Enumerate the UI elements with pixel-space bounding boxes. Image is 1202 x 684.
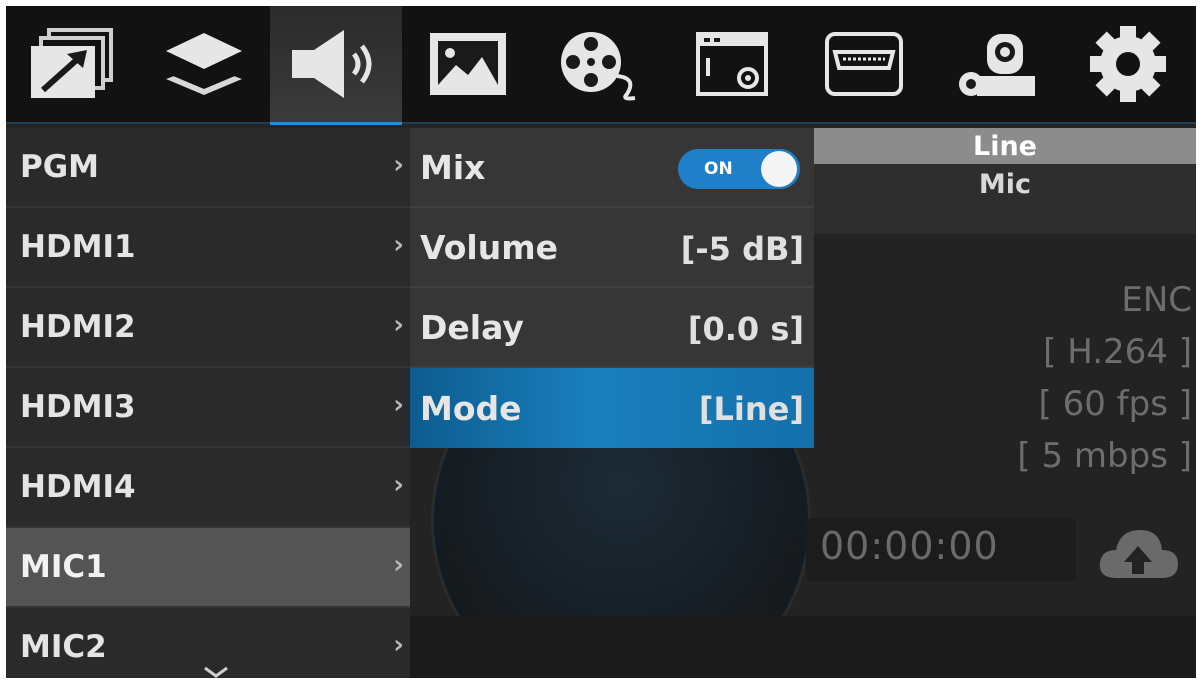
device-screen: ENC [ H.264 ] [ 60 fps ] [ 5 mbps ] 00:0… [6, 6, 1196, 678]
source-item-label: HDMI4 [20, 469, 136, 505]
chevron-right-icon: › [393, 390, 404, 420]
chevron-right-icon: › [393, 310, 404, 340]
mode-option-mic[interactable]: Mic [814, 164, 1196, 204]
source-item-pgm[interactable]: PGM › [6, 128, 410, 208]
top-toolbar [6, 6, 1196, 125]
output-icon [27, 26, 117, 102]
tab-image[interactable] [402, 6, 534, 123]
source-menu: PGM › HDMI1 › HDMI2 › HDMI3 › HDMI4 › MI… [6, 128, 410, 678]
setting-value: [0.0 s] [687, 310, 804, 348]
setting-mix: Mix ON [410, 128, 814, 208]
mode-options-list: Line Mic [814, 128, 1196, 234]
setting-value: [-5 dB] [680, 230, 804, 268]
tab-hdmi[interactable] [798, 6, 930, 123]
audio-icon [286, 26, 386, 102]
source-item-label: MIC1 [20, 549, 107, 585]
tab-camera-settings[interactable] [930, 6, 1062, 123]
gear-icon [1086, 22, 1170, 106]
tab-window-settings[interactable] [666, 6, 798, 123]
bottom-bar [406, 616, 1196, 678]
chevron-right-icon: › [393, 470, 404, 500]
encoder-info: ENC [ H.264 ] [ 60 fps ] [ 5 mbps ] [1017, 274, 1192, 482]
tab-layers[interactable] [138, 6, 270, 123]
hdmi-icon [819, 28, 909, 100]
layers-icon [162, 29, 246, 99]
source-item-label: HDMI2 [20, 309, 136, 345]
window-settings-icon [692, 28, 772, 100]
setting-volume[interactable]: Volume [-5 dB] [410, 208, 814, 288]
stream-timer: 00:00:00 [820, 524, 999, 568]
source-item-label: HDMI1 [20, 229, 136, 265]
chevron-right-icon: › [393, 150, 404, 180]
mix-toggle[interactable]: ON [678, 149, 800, 189]
source-item-label: HDMI3 [20, 389, 136, 425]
setting-value: [Line] [698, 390, 804, 428]
source-item-label: MIC2 [20, 629, 107, 665]
setting-label: Mix [420, 147, 486, 187]
chevron-right-icon: › [393, 230, 404, 260]
tab-settings[interactable] [1062, 6, 1194, 123]
camera-settings-icon [951, 26, 1041, 102]
chevron-right-icon: › [393, 550, 404, 580]
encoder-codec: [ H.264 ] [1043, 332, 1192, 372]
setting-mode[interactable]: Mode [Line] [410, 368, 814, 448]
tab-media[interactable] [534, 6, 666, 123]
tab-output[interactable] [6, 6, 138, 123]
source-item-hdmi1[interactable]: HDMI1 › [6, 208, 410, 288]
chevron-right-icon: › [393, 630, 404, 660]
toggle-state-label: ON [704, 159, 733, 179]
source-item-label: PGM [20, 149, 100, 185]
source-item-hdmi3[interactable]: HDMI3 › [6, 368, 410, 448]
setting-label: Volume [420, 227, 558, 267]
encoder-fps: [ 60 fps ] [1038, 384, 1192, 424]
mode-option-line[interactable]: Line [814, 128, 1196, 164]
source-item-hdmi4[interactable]: HDMI4 › [6, 448, 410, 528]
encoder-title: ENC [1121, 280, 1192, 320]
setting-label: Mode [420, 388, 522, 428]
toggle-knob [761, 151, 797, 187]
setting-delay[interactable]: Delay [0.0 s] [410, 288, 814, 368]
chevron-down-icon[interactable] [202, 664, 230, 678]
source-item-hdmi2[interactable]: HDMI2 › [6, 288, 410, 368]
setting-label: Delay [420, 307, 524, 347]
encoder-bitrate: [ 5 mbps ] [1017, 436, 1192, 476]
cloud-upload-icon[interactable] [1096, 522, 1180, 586]
source-item-mic1[interactable]: MIC1 › [6, 528, 410, 608]
tab-audio[interactable] [270, 6, 402, 125]
audio-settings-menu: Mix ON Volume [-5 dB] Delay [0.0 s] Mode… [410, 128, 814, 448]
image-icon [426, 29, 510, 99]
film-reel-icon [555, 26, 645, 102]
